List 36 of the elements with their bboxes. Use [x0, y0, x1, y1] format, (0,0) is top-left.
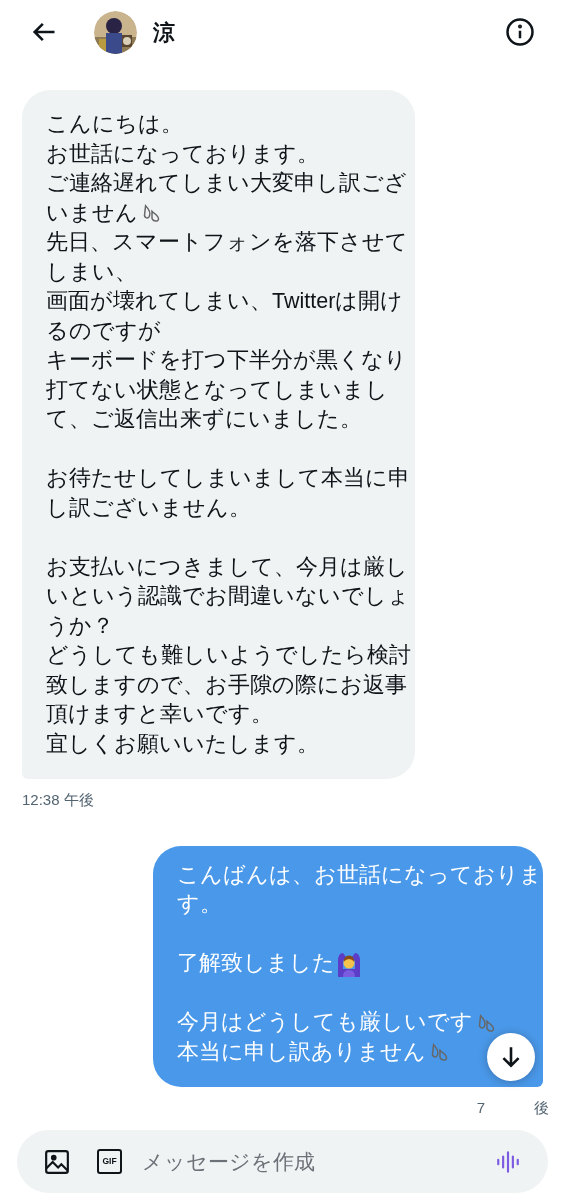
message-text: こんにちは。 [46, 111, 183, 138]
message-text: お待たせしてしまいまして本当に申 [46, 465, 410, 492]
message-text: 了解致しました [177, 950, 335, 977]
message-text: 画面が壊れてしまい、Twitterは開け [46, 288, 404, 315]
voice-wave-icon[interactable] [495, 1148, 521, 1175]
message-text: うか？ [46, 612, 114, 640]
message-text: 打てない状態となってしまいまし [46, 376, 388, 404]
image-icon[interactable] [44, 1148, 70, 1175]
message-text: し訳ございません。 [46, 494, 251, 522]
gif-button[interactable]: GIF [97, 1149, 122, 1174]
message-text: るのですが [46, 317, 161, 345]
message-text: て、ご返信出来ずにいました。 [46, 406, 362, 433]
contact-name[interactable]: 涼 [153, 15, 175, 49]
message-text: お支払いにつきまして、今月は厳し [46, 553, 408, 581]
message-text: いという認識でお間違いないでしょ [46, 583, 410, 610]
message-text: す。 [177, 891, 222, 918]
timestamp: 後 [534, 1098, 549, 1118]
message-text: ご連絡遅れてしまい大変申し訳ござ [46, 170, 407, 197]
message-text: キーボードを打つ下半分が黒くなり [46, 347, 407, 374]
timestamp: 7 [476, 1098, 485, 1118]
message-text: 頂けますと幸いです。 [46, 701, 273, 728]
message-text: いません [46, 199, 138, 227]
message-text: 今月はどうしても厳しいです [177, 1009, 473, 1036]
message-text: どうしても難しいようでしたら検討 [46, 642, 411, 669]
message-text: 致しますので、お手隙の際にお返事 [46, 671, 407, 699]
message-text: 宜しくお願いいたします。 [46, 730, 319, 758]
person-gesture-icon [337, 950, 361, 977]
timestamp: 12:38 午後 [22, 790, 94, 810]
message-input[interactable]: メッセージを作成 [142, 1145, 495, 1178]
message-text: こんばんは、お世話になっておりま [177, 861, 542, 889]
message-text: お世話になっております。 [46, 140, 319, 168]
info-icon[interactable] [505, 17, 535, 47]
message-text: しまい、 [46, 258, 137, 286]
message-text: 先日、スマートフォンを落下させて [46, 229, 408, 256]
message-text: 本当に申し訳ありません [177, 1038, 426, 1066]
message-composer[interactable]: GIF メッセージを作成 [17, 1130, 548, 1193]
